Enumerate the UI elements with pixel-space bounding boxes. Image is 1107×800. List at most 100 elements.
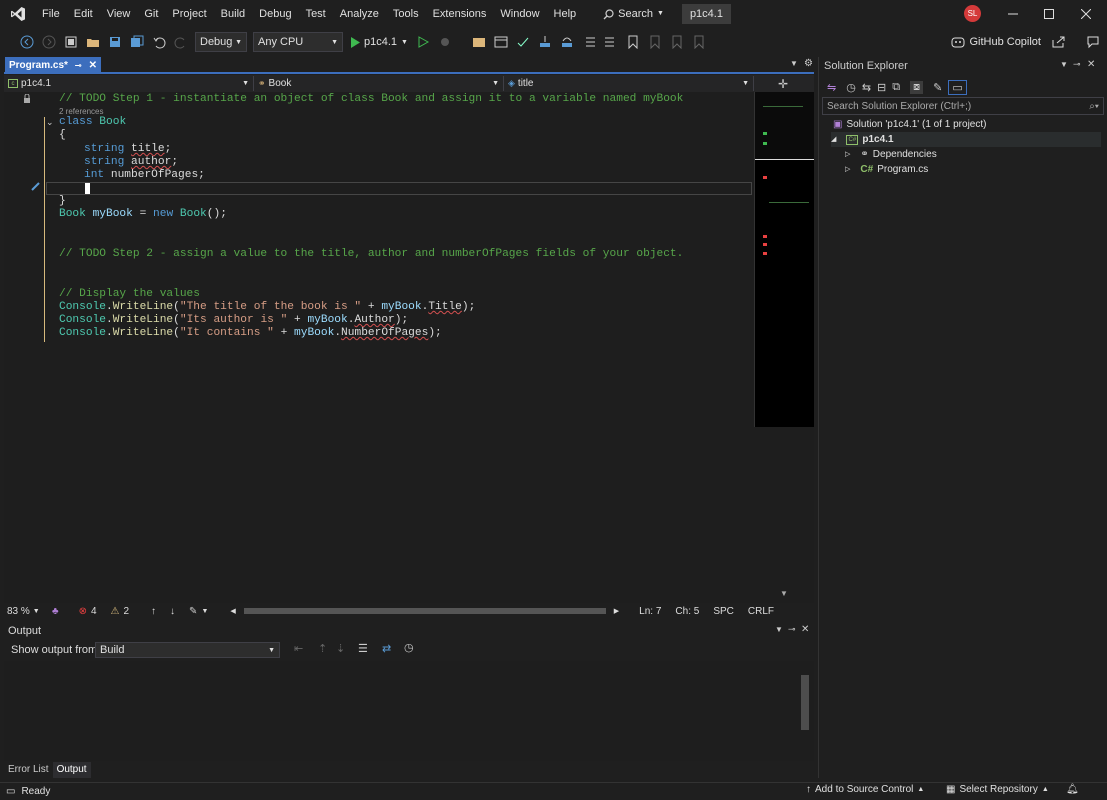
pin-icon[interactable]: ⊸ xyxy=(788,624,796,635)
maximize-button[interactable] xyxy=(1030,0,1068,28)
preview-icon[interactable]: ▭ xyxy=(948,79,967,95)
menu-extensions[interactable]: Extensions xyxy=(426,0,494,28)
next-bookmark-icon[interactable] xyxy=(668,33,686,51)
feedback-icon[interactable] xyxy=(1084,33,1102,51)
step-over-icon[interactable] xyxy=(558,33,576,51)
show-all-files-icon[interactable]: ⧉ xyxy=(892,81,900,94)
menu-test[interactable]: Test xyxy=(299,0,333,28)
solution-config-select[interactable]: Debug ▼ xyxy=(195,32,247,52)
indent-mode[interactable]: SPC xyxy=(713,606,734,617)
line-ending[interactable]: CRLF xyxy=(748,606,774,617)
save-all-icon[interactable] xyxy=(128,33,146,51)
pin-icon[interactable]: ⊸ xyxy=(75,61,82,70)
close-tab-icon[interactable]: ✕ xyxy=(89,60,97,71)
navigate-forward-icon[interactable] xyxy=(40,33,58,51)
horizontal-scrollbar-thumb[interactable] xyxy=(243,608,606,614)
outdent-icon[interactable] xyxy=(602,33,620,51)
class-dropdown[interactable]: ⚭ Book ▼ xyxy=(254,76,504,91)
scroll-right-icon[interactable]: ▶ xyxy=(614,607,619,615)
pending-changes-icon[interactable]: ⧇ xyxy=(910,80,924,94)
column-number[interactable]: Ch: 5 xyxy=(675,606,699,617)
close-panel-icon[interactable]: ✕ xyxy=(1087,59,1095,70)
codelens-references[interactable]: 2 references xyxy=(59,107,103,116)
properties-icon[interactable]: ✎ xyxy=(933,81,942,94)
pencil-edit-icon[interactable] xyxy=(30,180,42,192)
platform-select[interactable]: Any CPU ▼ xyxy=(253,32,343,52)
minimap[interactable] xyxy=(754,92,814,427)
output-scroll-thumb[interactable] xyxy=(801,675,809,730)
next-issue-icon[interactable]: ↓ xyxy=(170,606,175,617)
split-editor-icon[interactable]: ✛ xyxy=(778,77,788,91)
share-icon[interactable] xyxy=(1051,35,1067,49)
menu-help[interactable]: Help xyxy=(547,0,584,28)
panel-options-icon[interactable]: ▼ xyxy=(1060,60,1068,69)
menu-tools[interactable]: Tools xyxy=(386,0,426,28)
error-count[interactable]: 4 xyxy=(91,606,97,617)
avatar[interactable]: SL xyxy=(964,5,981,22)
github-copilot-button[interactable]: GitHub Copilot xyxy=(951,28,1067,56)
zoom-select[interactable]: 83 % ▼ xyxy=(4,606,52,617)
code-cleanup-icon[interactable]: ✎ xyxy=(189,606,197,617)
project-badge[interactable]: p1c4.1 xyxy=(681,4,731,24)
prev-message-icon[interactable]: ⇡ xyxy=(318,642,327,655)
menu-debug[interactable]: Debug xyxy=(252,0,298,28)
layout-icon[interactable] xyxy=(492,33,510,51)
switch-views-icon[interactable]: ⇋ xyxy=(827,81,836,94)
editor-vertical-scrollbar[interactable]: ▼ xyxy=(754,427,814,604)
undo-icon[interactable] xyxy=(150,33,168,51)
panel-options-icon[interactable]: ▼ xyxy=(775,625,783,634)
error-icon[interactable]: ⊗ xyxy=(79,606,87,617)
indent-icon[interactable] xyxy=(580,33,598,51)
tree-program-cs[interactable]: ▷ C# Program.cs xyxy=(845,162,928,177)
minimap-viewport[interactable] xyxy=(755,92,814,160)
search-box[interactable]: Search ▼ xyxy=(597,0,670,28)
solution-search-input[interactable]: Search Solution Explorer (Ctrl+;) ⌕▾ xyxy=(822,97,1104,115)
clear-all-icon[interactable]: ☰ xyxy=(358,642,368,655)
solution-explorer-toggle-icon[interactable] xyxy=(470,33,488,51)
bookmark-icon[interactable] xyxy=(624,33,642,51)
tab-program-cs[interactable]: Program.cs* ⊸ ✕ xyxy=(5,57,102,74)
tree-project[interactable]: ◢ C# p1c4.1 xyxy=(831,132,1101,147)
member-dropdown[interactable]: ◈ title ▼ xyxy=(504,76,754,91)
hot-reload-icon[interactable] xyxy=(436,33,454,51)
intellicode-icon[interactable]: ♣ xyxy=(52,606,59,617)
vs-logo-icon[interactable] xyxy=(9,5,27,23)
navigate-back-icon[interactable] xyxy=(18,33,36,51)
start-debugging-button[interactable]: p1c4.1 ▼ xyxy=(350,36,408,48)
menu-analyze[interactable]: Analyze xyxy=(333,0,386,28)
scroll-down-icon[interactable]: ▼ xyxy=(780,589,788,598)
output-source-select[interactable]: Build ▼ xyxy=(95,642,280,658)
scroll-left-icon[interactable]: ◀ xyxy=(230,607,235,615)
step-into-icon[interactable] xyxy=(536,33,554,51)
menu-build[interactable]: Build xyxy=(214,0,252,28)
collapse-all-icon[interactable]: ⊟ xyxy=(877,81,886,94)
start-without-debugging-icon[interactable] xyxy=(414,33,432,51)
output-text-area[interactable] xyxy=(4,661,814,761)
project-dropdown[interactable]: c p1c4.1 ▼ xyxy=(4,76,254,91)
menu-git[interactable]: Git xyxy=(137,0,165,28)
add-to-source-control-button[interactable]: ↑ Add to Source Control ▲ xyxy=(806,784,924,795)
prev-bookmark-icon[interactable] xyxy=(646,33,664,51)
open-folder-icon[interactable] xyxy=(84,33,102,51)
next-message-icon[interactable]: ⇣ xyxy=(336,642,345,655)
tab-output[interactable]: Output xyxy=(52,762,91,778)
chevron-down-icon[interactable]: ▼ xyxy=(201,608,208,615)
minimize-button[interactable] xyxy=(994,0,1032,28)
notifications-bell-icon[interactable]: 🔔︎ xyxy=(1066,784,1079,795)
clear-bookmarks-icon[interactable] xyxy=(690,33,708,51)
line-number[interactable]: Ln: 7 xyxy=(639,606,661,617)
settings-gear-icon[interactable]: ⚙ xyxy=(804,58,813,69)
code-editor[interactable]: ⌄ // TODO Step 1 - instantiate an object… xyxy=(4,92,754,604)
tab-error-list[interactable]: Error List xyxy=(4,762,53,778)
tree-dependencies[interactable]: ▷ ⚭ Dependencies xyxy=(845,147,937,162)
word-wrap-icon[interactable]: ⇄ xyxy=(382,642,391,655)
warning-icon[interactable]: ⚠ xyxy=(111,606,120,617)
spell-check-icon[interactable] xyxy=(514,33,532,51)
menu-window[interactable]: Window xyxy=(493,0,546,28)
pin-icon[interactable]: ⊸ xyxy=(1073,59,1081,70)
redo-icon[interactable] xyxy=(172,33,190,51)
menu-view[interactable]: View xyxy=(100,0,138,28)
select-repository-button[interactable]: ▦ Select Repository ▲ xyxy=(946,784,1049,795)
prev-issue-icon[interactable]: ↑ xyxy=(151,606,156,617)
timestamp-icon[interactable]: ◷ xyxy=(404,641,414,654)
